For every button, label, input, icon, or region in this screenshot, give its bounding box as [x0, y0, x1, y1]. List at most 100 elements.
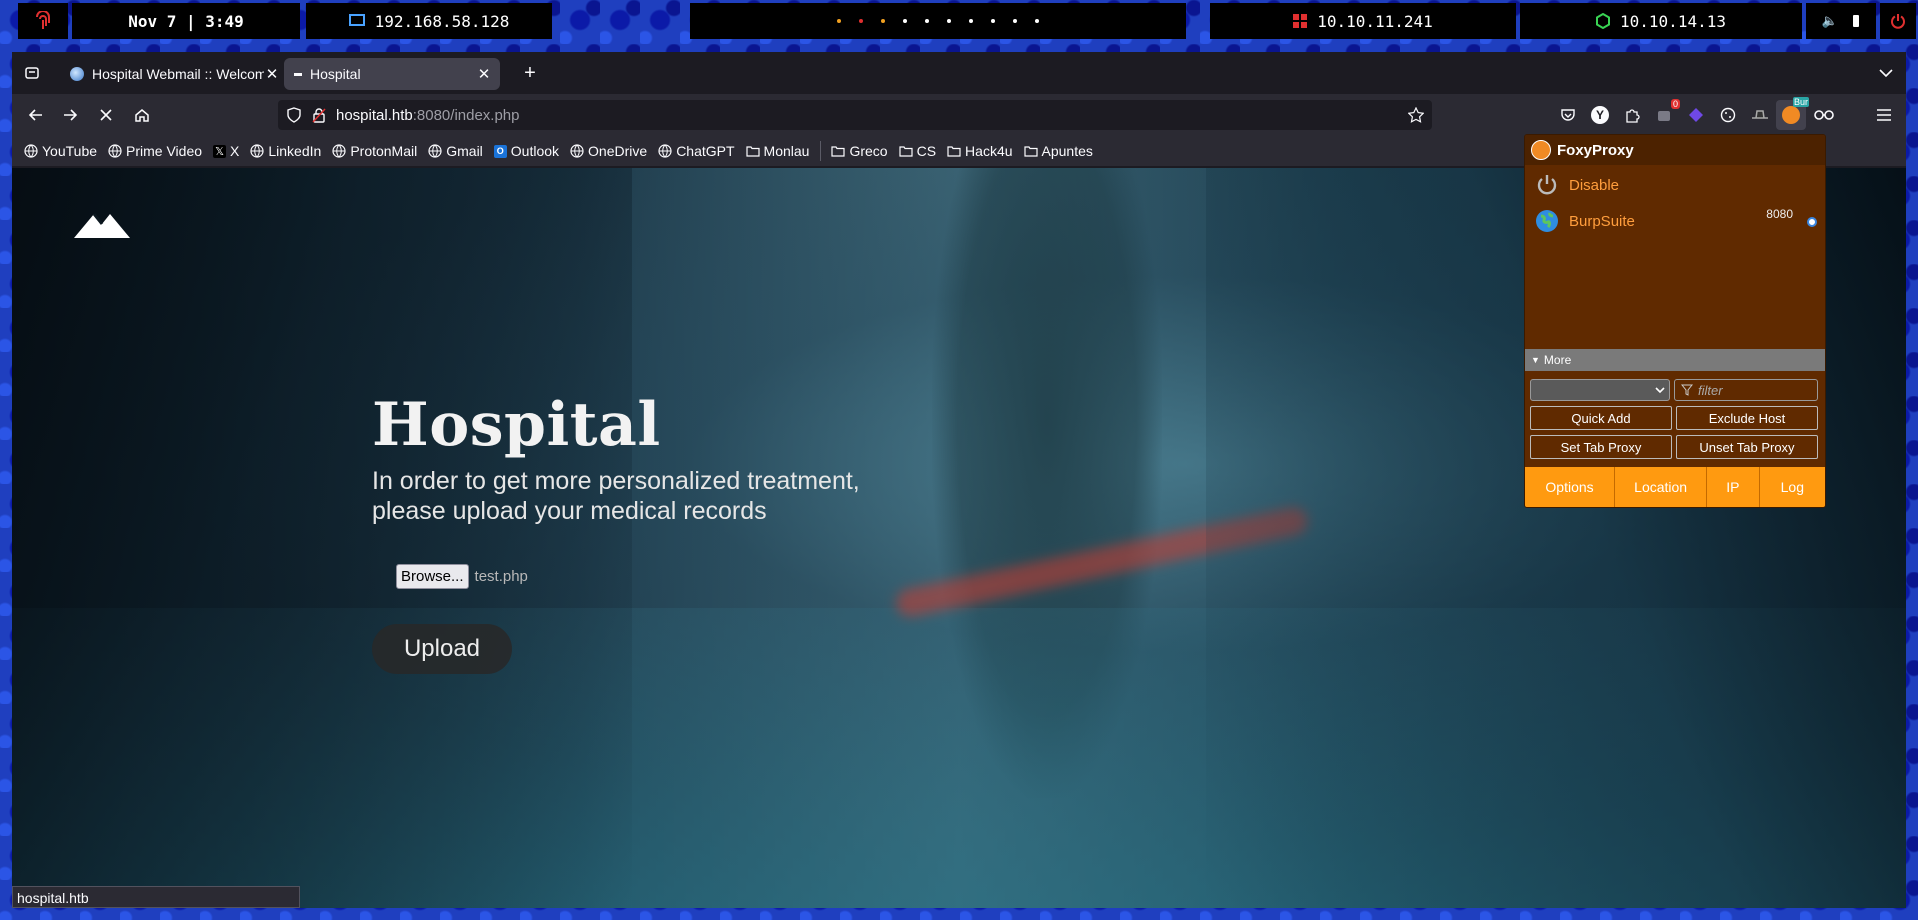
workspace-dot[interactable]: [881, 19, 885, 23]
bookmark-protonmail[interactable]: ProtonMail: [332, 143, 417, 159]
bookmark-label: Gmail: [446, 143, 483, 159]
workspace-dot[interactable]: [903, 19, 907, 23]
home-button[interactable]: [130, 103, 154, 127]
pocket-icon[interactable]: [1556, 103, 1580, 127]
bookmark-greco[interactable]: Greco: [831, 143, 888, 159]
bookmark-apuntes[interactable]: Apuntes: [1023, 143, 1093, 159]
extensions-puzzle-icon[interactable]: [1620, 103, 1644, 127]
burp-badge: Bur: [1792, 97, 1809, 107]
tab-webmail[interactable]: Hospital Webmail :: Welcome ✕: [60, 58, 288, 90]
workspace-dot[interactable]: [925, 19, 929, 23]
upload-button[interactable]: Upload: [372, 624, 512, 674]
new-tab-button[interactable]: +: [518, 61, 542, 85]
tab-title: Hospital: [310, 66, 361, 82]
notification-extension-icon[interactable]: 0: [1652, 99, 1680, 127]
bookmark-label: Apuntes: [1041, 143, 1093, 159]
globe-icon: [332, 144, 346, 158]
workspace-dot[interactable]: [1035, 19, 1039, 23]
foxyproxy-header: FoxyProxy: [1525, 135, 1825, 165]
set-tab-proxy-button[interactable]: Set Tab Proxy: [1530, 435, 1672, 459]
webmail-favicon-icon: [70, 67, 84, 81]
page-subtitle: In order to get more personalized treatm…: [372, 467, 860, 525]
quick-add-button[interactable]: Quick Add: [1530, 406, 1672, 430]
bookmark-gmail[interactable]: Gmail: [428, 143, 483, 159]
browse-button[interactable]: Browse...: [396, 564, 469, 589]
cookie-icon[interactable]: [1716, 103, 1740, 127]
bookmark-label: CS: [916, 143, 937, 159]
bookmark-linkedin[interactable]: LinkedIn: [250, 143, 321, 159]
disable-proxy-option[interactable]: Disable: [1525, 167, 1825, 203]
volume-icon[interactable]: 🔈: [1822, 14, 1838, 29]
back-button[interactable]: [24, 103, 48, 127]
background-left-wall: [12, 168, 632, 908]
workspace-dot[interactable]: [969, 19, 973, 23]
list-all-tabs-icon[interactable]: [1874, 61, 1898, 85]
tray-widget[interactable]: 🔈: [1806, 3, 1876, 39]
globe-icon: [570, 144, 584, 158]
wappalyzer-glasses-icon[interactable]: [1812, 103, 1836, 127]
purple-gem-icon[interactable]: [1684, 103, 1708, 127]
bookmark-youtube[interactable]: YouTube: [24, 143, 97, 159]
workspace-dot[interactable]: [991, 19, 995, 23]
globe-icon: [658, 144, 672, 158]
chevron-down-icon: [1655, 387, 1665, 394]
tracking-shield-icon[interactable]: [286, 107, 302, 123]
power-widget[interactable]: [1880, 3, 1916, 39]
bookmark-outlook[interactable]: O Outlook: [493, 143, 559, 159]
extension-badge: 0: [1670, 99, 1680, 109]
forward-button[interactable]: [58, 103, 82, 127]
filter-placeholder: filter: [1698, 382, 1723, 398]
bookmark-label: Monlau: [763, 143, 810, 159]
ip-button[interactable]: IP: [1707, 467, 1760, 507]
options-button[interactable]: Options: [1525, 467, 1616, 507]
vpn-ip-widget: 10.10.14.13: [1520, 3, 1802, 39]
outlook-icon: O: [493, 144, 507, 158]
insecure-lock-icon[interactable]: [312, 107, 326, 123]
proxy-port: 8080: [1766, 207, 1793, 221]
vpn-cube-icon: [1596, 13, 1611, 29]
bookmark-prime-video[interactable]: Prime Video: [108, 143, 202, 159]
workspace-dot[interactable]: [947, 19, 951, 23]
folder-icon: [947, 145, 961, 157]
location-button[interactable]: Location: [1615, 467, 1708, 507]
close-tab-icon[interactable]: ✕: [264, 65, 280, 83]
bookmark-hack4u[interactable]: Hack4u: [947, 143, 1013, 159]
url-bar[interactable]: hospital.htb :8080/index.php: [278, 100, 1432, 130]
bookmark-monlau[interactable]: Monlau: [745, 143, 810, 159]
folder-icon: [745, 145, 760, 157]
workspace-dot[interactable]: [859, 19, 863, 23]
bookmark-onedrive[interactable]: OneDrive: [570, 143, 647, 159]
workspace-dot[interactable]: [837, 19, 841, 23]
more-section-toggle[interactable]: ▼ More: [1525, 349, 1825, 371]
site-logo-mountain-icon[interactable]: [74, 208, 130, 243]
workspace-dot[interactable]: [1013, 19, 1017, 23]
workspaces-widget[interactable]: [690, 3, 1186, 39]
power-icon[interactable]: [1890, 13, 1906, 29]
battery-icon[interactable]: [1852, 14, 1860, 28]
foxyproxy-toolbar-button[interactable]: Bur: [1776, 97, 1809, 130]
burpsuite-proxy-option[interactable]: BurpSuite 8080: [1525, 203, 1825, 239]
filter-input[interactable]: filter: [1674, 379, 1818, 401]
bookmark-chatgpt[interactable]: ChatGPT: [658, 143, 735, 159]
workspace-dots[interactable]: [837, 19, 1039, 23]
close-tab-icon[interactable]: ✕: [476, 65, 492, 83]
tab-overview-icon[interactable]: [20, 61, 44, 85]
bookmark-star-icon[interactable]: [1408, 107, 1424, 123]
unset-tab-proxy-button[interactable]: Unset Tab Proxy: [1676, 435, 1818, 459]
tab-hospital[interactable]: Hospital ✕: [284, 58, 500, 90]
proxy-selected-radio[interactable]: [1807, 217, 1817, 227]
file-input[interactable]: Browse... test.php: [396, 564, 528, 589]
hat-extension-icon[interactable]: [1748, 103, 1772, 127]
log-button[interactable]: Log: [1760, 467, 1825, 507]
folder-icon: [1023, 145, 1038, 157]
bookmark-cs[interactable]: CS: [898, 143, 937, 159]
fingerprint-widget[interactable]: [18, 3, 68, 39]
more-label: More: [1543, 353, 1572, 367]
bookmark-x[interactable]: 𝕏X: [213, 143, 239, 159]
stop-loading-button[interactable]: [94, 103, 118, 127]
yandex-extension-icon[interactable]: Y: [1588, 103, 1612, 127]
proxy-select-dropdown[interactable]: [1530, 379, 1670, 401]
hamburger-menu-icon[interactable]: [1872, 103, 1896, 127]
exclude-host-button[interactable]: Exclude Host: [1676, 406, 1818, 430]
system-panel: Nov 7 | 3:49 192.168.58.128 10.10.11.241…: [0, 0, 1918, 42]
